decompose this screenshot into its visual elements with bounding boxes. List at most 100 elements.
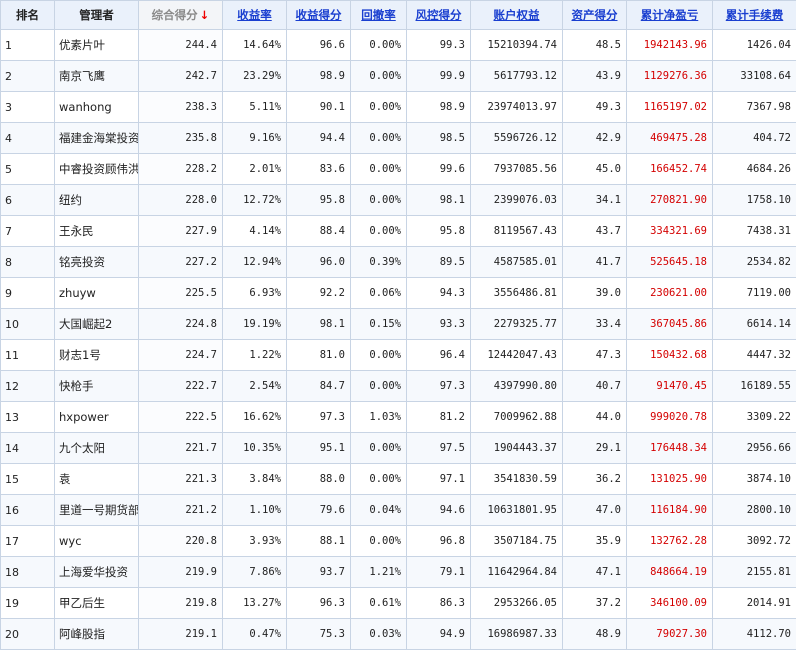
return-score-cell: 88.0 <box>287 464 351 495</box>
table-row: 8铭亮投资227.212.94%96.00.39%89.54587585.014… <box>1 247 796 278</box>
manager-cell: 王永民 <box>55 216 139 247</box>
composite-score-cell: 224.8 <box>139 309 223 340</box>
return-rate-cell: 6.93% <box>223 278 287 309</box>
table-row: 17wyc220.83.93%88.10.00%96.83507184.7535… <box>1 526 796 557</box>
return-score-cell: 92.2 <box>287 278 351 309</box>
header-asset-score[interactable]: 资产得分 <box>563 1 627 30</box>
cumulative-net-pnl-cell: 176448.34 <box>627 433 713 464</box>
return-rate-cell: 12.94% <box>223 247 287 278</box>
rank-cell: 6 <box>1 185 55 216</box>
cumulative-fees-cell: 6614.14 <box>713 309 796 340</box>
ranking-table: 排名 管理者 综合得分↓ 收益率 收益得分 回撤率 风控得分 账户权益 资产得分… <box>0 0 796 650</box>
asset-score-cell: 43.7 <box>563 216 627 247</box>
manager-cell: 阿峰股指 <box>55 619 139 650</box>
cumulative-net-pnl-cell: 79027.30 <box>627 619 713 650</box>
asset-score-cell: 41.7 <box>563 247 627 278</box>
cumulative-fees-cell: 16189.55 <box>713 371 796 402</box>
return-score-cell: 97.3 <box>287 402 351 433</box>
table-row: 6纽约228.012.72%95.80.00%98.12399076.0334.… <box>1 185 796 216</box>
composite-score-cell: 221.3 <box>139 464 223 495</box>
cumulative-fees-cell: 7438.31 <box>713 216 796 247</box>
cumulative-net-pnl-cell: 848664.19 <box>627 557 713 588</box>
account-equity-cell: 4587585.01 <box>471 247 563 278</box>
header-cumulative-fees[interactable]: 累计手续费 <box>713 1 796 30</box>
risk-score-cell: 98.5 <box>407 123 471 154</box>
table-body: 1优素片叶244.414.64%96.60.00%99.315210394.74… <box>1 30 796 650</box>
cumulative-net-pnl-cell: 91470.45 <box>627 371 713 402</box>
manager-cell: 袁 <box>55 464 139 495</box>
header-drawdown-rate[interactable]: 回撤率 <box>351 1 407 30</box>
composite-score-cell: 227.9 <box>139 216 223 247</box>
header-composite-score-label: 综合得分 <box>152 8 198 22</box>
drawdown-rate-cell: 0.00% <box>351 464 407 495</box>
drawdown-rate-cell: 0.00% <box>351 526 407 557</box>
cumulative-net-pnl-cell: 1942143.96 <box>627 30 713 61</box>
account-equity-cell: 7937085.56 <box>471 154 563 185</box>
manager-cell: hxpower <box>55 402 139 433</box>
header-account-equity[interactable]: 账户权益 <box>471 1 563 30</box>
composite-score-cell: 219.1 <box>139 619 223 650</box>
manager-cell: 快枪手 <box>55 371 139 402</box>
return-rate-cell: 12.72% <box>223 185 287 216</box>
cumulative-net-pnl-cell: 334321.69 <box>627 216 713 247</box>
header-risk-score[interactable]: 风控得分 <box>407 1 471 30</box>
header-return-score[interactable]: 收益得分 <box>287 1 351 30</box>
header-return-rate[interactable]: 收益率 <box>223 1 287 30</box>
cumulative-net-pnl-cell: 132762.28 <box>627 526 713 557</box>
return-score-cell: 96.3 <box>287 588 351 619</box>
drawdown-rate-cell: 0.00% <box>351 123 407 154</box>
header-cumulative-net-pnl[interactable]: 累计净盈亏 <box>627 1 713 30</box>
cumulative-net-pnl-cell: 525645.18 <box>627 247 713 278</box>
sort-down-arrow-icon: ↓ <box>200 8 210 22</box>
composite-score-cell: 222.5 <box>139 402 223 433</box>
composite-score-cell: 221.7 <box>139 433 223 464</box>
drawdown-rate-cell: 0.00% <box>351 154 407 185</box>
table-row: 9zhuyw225.56.93%92.20.06%94.33556486.813… <box>1 278 796 309</box>
return-score-cell: 95.8 <box>287 185 351 216</box>
account-equity-cell: 10631801.95 <box>471 495 563 526</box>
cumulative-net-pnl-cell: 999020.78 <box>627 402 713 433</box>
cumulative-net-pnl-cell: 469475.28 <box>627 123 713 154</box>
return-rate-cell: 3.84% <box>223 464 287 495</box>
account-equity-cell: 16986987.33 <box>471 619 563 650</box>
rank-cell: 18 <box>1 557 55 588</box>
table-row: 4福建金海棠投资235.89.16%94.40.00%98.55596726.1… <box>1 123 796 154</box>
return-score-cell: 94.4 <box>287 123 351 154</box>
asset-score-cell: 45.0 <box>563 154 627 185</box>
table-row: 16里道一号期货部221.21.10%79.60.04%94.610631801… <box>1 495 796 526</box>
risk-score-cell: 98.1 <box>407 185 471 216</box>
cumulative-fees-cell: 4112.70 <box>713 619 796 650</box>
risk-score-cell: 81.2 <box>407 402 471 433</box>
risk-score-cell: 93.3 <box>407 309 471 340</box>
cumulative-net-pnl-cell: 116184.90 <box>627 495 713 526</box>
cumulative-fees-cell: 3874.10 <box>713 464 796 495</box>
drawdown-rate-cell: 0.61% <box>351 588 407 619</box>
rank-cell: 19 <box>1 588 55 619</box>
rank-cell: 14 <box>1 433 55 464</box>
drawdown-rate-cell: 0.00% <box>351 185 407 216</box>
account-equity-cell: 11642964.84 <box>471 557 563 588</box>
manager-cell: wyc <box>55 526 139 557</box>
drawdown-rate-cell: 0.00% <box>351 340 407 371</box>
return-rate-cell: 1.22% <box>223 340 287 371</box>
risk-score-cell: 99.9 <box>407 61 471 92</box>
cumulative-fees-cell: 4447.32 <box>713 340 796 371</box>
return-rate-cell: 10.35% <box>223 433 287 464</box>
composite-score-cell: 235.8 <box>139 123 223 154</box>
cumulative-fees-cell: 4684.26 <box>713 154 796 185</box>
header-composite-score[interactable]: 综合得分↓ <box>139 1 223 30</box>
cumulative-net-pnl-cell: 1129276.36 <box>627 61 713 92</box>
rank-cell: 5 <box>1 154 55 185</box>
risk-score-cell: 94.3 <box>407 278 471 309</box>
risk-score-cell: 96.4 <box>407 340 471 371</box>
composite-score-cell: 224.7 <box>139 340 223 371</box>
cumulative-net-pnl-cell: 346100.09 <box>627 588 713 619</box>
table-row: 10大国崛起2224.819.19%98.10.15%93.32279325.7… <box>1 309 796 340</box>
risk-score-cell: 89.5 <box>407 247 471 278</box>
rank-cell: 3 <box>1 92 55 123</box>
drawdown-rate-cell: 0.15% <box>351 309 407 340</box>
risk-score-cell: 97.1 <box>407 464 471 495</box>
header-rank: 排名 <box>1 1 55 30</box>
manager-cell: 财志1号 <box>55 340 139 371</box>
account-equity-cell: 2953266.05 <box>471 588 563 619</box>
